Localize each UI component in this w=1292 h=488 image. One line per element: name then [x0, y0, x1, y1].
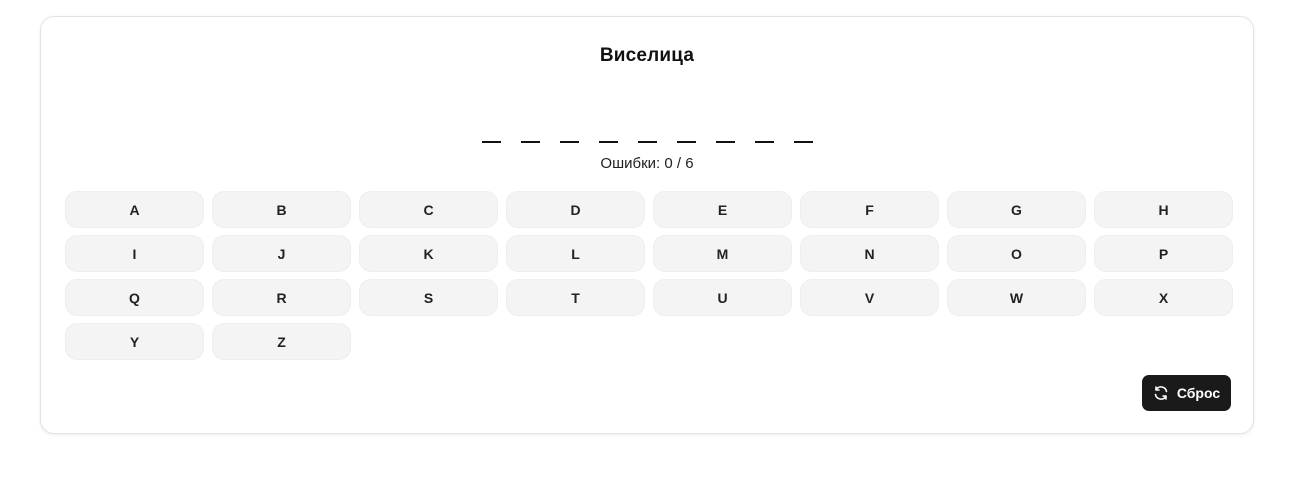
- letter-slot: [754, 121, 774, 143]
- letter-key-g[interactable]: G: [947, 191, 1086, 228]
- letter-slot: [715, 121, 735, 143]
- letter-key-b[interactable]: B: [212, 191, 351, 228]
- letter-keyboard: ABCDEFGH IJKLMNOP QRSTUVWX YZ: [65, 191, 1233, 360]
- letter-key-f[interactable]: F: [800, 191, 939, 228]
- letter-key-v[interactable]: V: [800, 279, 939, 316]
- letter-key-a[interactable]: A: [65, 191, 204, 228]
- letter-key-j[interactable]: J: [212, 235, 351, 272]
- letter-key-w[interactable]: W: [947, 279, 1086, 316]
- hangman-card: Виселица Ошибки: 0 / 6 ABCDEFGH IJKLMNOP Q…: [40, 16, 1254, 434]
- letter-slot: [793, 121, 813, 143]
- letter-key-z[interactable]: Z: [212, 323, 351, 360]
- letter-key-o[interactable]: O: [947, 235, 1086, 272]
- letter-key-n[interactable]: N: [800, 235, 939, 272]
- letter-key-d[interactable]: D: [506, 191, 645, 228]
- refresh-icon: [1153, 385, 1169, 401]
- letter-slot: [598, 121, 618, 143]
- letter-slot: [520, 121, 540, 143]
- letter-key-e[interactable]: E: [653, 191, 792, 228]
- letter-key-u[interactable]: U: [653, 279, 792, 316]
- word-display: [41, 121, 1253, 143]
- letter-key-s[interactable]: S: [359, 279, 498, 316]
- letter-key-i[interactable]: I: [65, 235, 204, 272]
- letter-key-m[interactable]: M: [653, 235, 792, 272]
- reset-button[interactable]: Сброс: [1142, 375, 1231, 411]
- letter-slot: [559, 121, 579, 143]
- letter-key-p[interactable]: P: [1094, 235, 1233, 272]
- letter-key-l[interactable]: L: [506, 235, 645, 272]
- reset-label: Сброс: [1176, 385, 1221, 401]
- letter-key-k[interactable]: K: [359, 235, 498, 272]
- letter-key-h[interactable]: H: [1094, 191, 1233, 228]
- letter-key-q[interactable]: Q: [65, 279, 204, 316]
- game-title: Виселица: [599, 45, 695, 66]
- letter-slot: [676, 121, 696, 143]
- letter-key-r[interactable]: R: [212, 279, 351, 316]
- errors-counter: Ошибки: 0 / 6: [600, 155, 694, 172]
- letter-key-t[interactable]: T: [506, 279, 645, 316]
- letter-key-x[interactable]: X: [1094, 279, 1233, 316]
- letter-key-c[interactable]: C: [359, 191, 498, 228]
- letter-slot: [637, 121, 657, 143]
- letter-slot: [481, 121, 501, 143]
- letter-key-y[interactable]: Y: [65, 323, 204, 360]
